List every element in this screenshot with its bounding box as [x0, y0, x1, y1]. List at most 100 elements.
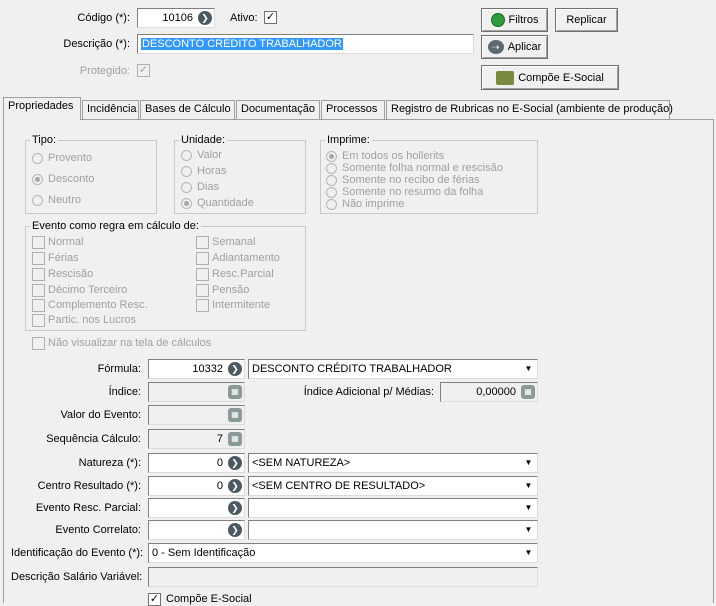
- unidade-title: Unidade:: [179, 133, 228, 147]
- evento-correlato-combo[interactable]: ▼: [248, 520, 538, 540]
- chevron-down-icon[interactable]: ▼: [521, 455, 536, 471]
- centro-label: Centro Resultado (*):: [37, 480, 141, 492]
- formula-label: Fórmula:: [97, 363, 141, 375]
- protegido-label: Protegido:: [79, 65, 130, 77]
- regra-decimo-checkbox: [32, 284, 45, 297]
- tipo-neutro-radio: [32, 195, 43, 206]
- arrow-right-icon[interactable]: ❯: [228, 523, 242, 537]
- regra-partic-lucros-checkbox: [32, 314, 45, 327]
- filter-icon: [490, 13, 505, 27]
- unidade-valor-label: Valor: [197, 149, 222, 161]
- unidade-valor-radio: [181, 150, 192, 161]
- arrow-right-icon[interactable]: ❯: [228, 456, 242, 470]
- tab-registro-rubricas[interactable]: Registro de Rubricas no E-Social (ambien…: [386, 100, 673, 119]
- natureza-combo[interactable]: <SEM NATUREZA> ▼: [248, 453, 538, 473]
- regra-pensao-checkbox: [196, 284, 209, 297]
- descricao-label: Descrição (*):: [63, 38, 130, 50]
- tab-propriedades[interactable]: Propriedades: [3, 97, 81, 120]
- unidade-dias-radio: [181, 182, 192, 193]
- nao-visualizar-checkbox: [32, 337, 45, 350]
- regra-adiantamento-checkbox: [196, 252, 209, 265]
- compoe-esocial-button[interactable]: Compõe E-Social: [481, 65, 619, 90]
- descricao-input[interactable]: DESCONTO CRÉDITO TRABALHADOR: [137, 34, 474, 54]
- evento-correlato-code-input[interactable]: ❯: [148, 520, 245, 540]
- arrow-right-icon[interactable]: ❯: [228, 362, 242, 376]
- tipo-provento-radio: [32, 153, 43, 164]
- nao-visualizar-label: Não visualizar na tela de cálculos: [48, 337, 212, 349]
- imprime-todos-radio: [326, 151, 337, 162]
- indice-adicional-input[interactable]: 0,00000 ▦: [440, 382, 538, 402]
- chevron-down-icon[interactable]: ▼: [521, 478, 536, 494]
- chevron-down-icon[interactable]: ▼: [521, 500, 536, 516]
- regra-intermitente-checkbox: [196, 299, 209, 312]
- indice-input[interactable]: ▦: [148, 382, 245, 402]
- natureza-desc-value: <SEM NATUREZA>: [252, 457, 351, 469]
- descricao-value: DESCONTO CRÉDITO TRABALHADOR: [141, 38, 343, 50]
- centro-code-input[interactable]: 0 ❯: [148, 476, 245, 496]
- compoe-esocial-checkbox[interactable]: ✓: [148, 593, 161, 606]
- regra-semanal-label: Semanal: [212, 236, 256, 248]
- sequencia-label: Sequência Cálculo:: [46, 433, 141, 445]
- compoe-esocial-label: Compõe E-Social: [518, 71, 604, 84]
- identificacao-value: 0 - Sem Identificação: [152, 547, 256, 559]
- descricao-salario-input[interactable]: [148, 567, 538, 587]
- sequencia-value: 7: [216, 433, 223, 445]
- tab-bases-calculo[interactable]: Bases de Cálculo: [140, 100, 235, 119]
- regra-ferias-label: Férias: [48, 252, 79, 264]
- centro-code-value: 0: [216, 480, 223, 492]
- tab-documentacao[interactable]: Documentação: [236, 100, 320, 119]
- valor-evento-label: Valor do Evento:: [60, 409, 141, 421]
- arrow-right-icon[interactable]: ❯: [228, 479, 242, 493]
- aplicar-button[interactable]: ⇢ Aplicar: [481, 35, 548, 59]
- evento-resc-combo[interactable]: ▼: [248, 498, 538, 518]
- filtros-button[interactable]: Filtros: [481, 8, 548, 32]
- replicar-button[interactable]: Replicar: [555, 8, 618, 32]
- esocial-icon: [496, 70, 515, 85]
- tipo-neutro-label: Neutro: [48, 194, 82, 206]
- tab-incidencia[interactable]: Incidência: [82, 100, 139, 119]
- arrow-right-icon[interactable]: ❯: [198, 11, 212, 25]
- valor-evento-input[interactable]: ▦: [148, 405, 245, 425]
- regra-complemento-label: Complemento Resc.: [48, 299, 148, 311]
- calculator-icon[interactable]: ▦: [228, 385, 242, 399]
- imprime-nao-radio: [326, 199, 337, 210]
- sequencia-input[interactable]: 7 ▦: [148, 429, 245, 449]
- descricao-salario-label: Descrição Salário Variável:: [11, 571, 143, 583]
- identificacao-combo[interactable]: 0 - Sem Identificação ▼: [148, 543, 538, 563]
- calculator-icon[interactable]: ▦: [228, 432, 242, 446]
- calculator-icon[interactable]: ▦: [228, 408, 242, 422]
- tab-processos[interactable]: Processos: [321, 100, 385, 119]
- arrow-right-icon[interactable]: ❯: [228, 501, 242, 515]
- chevron-down-icon[interactable]: ▼: [521, 522, 536, 538]
- regra-semanal-checkbox: [196, 236, 209, 249]
- indice-adicional-label: Índice Adicional p/ Médias:: [303, 386, 434, 398]
- calculator-icon[interactable]: ▦: [521, 385, 535, 399]
- centro-desc-value: <SEM CENTRO DE RESULTADO>: [252, 480, 426, 492]
- imprime-recibo-ferias-radio: [326, 175, 337, 186]
- imprime-nao-label: Não imprime: [342, 198, 405, 210]
- unidade-dias-label: Dias: [197, 181, 220, 193]
- unidade-quantidade-label: Quantidade: [197, 197, 254, 209]
- ativo-checkbox[interactable]: ✓: [264, 11, 277, 24]
- tipo-provento-label: Provento: [48, 152, 93, 164]
- formula-code-input[interactable]: 10332 ❯: [148, 359, 245, 379]
- regra-normal-checkbox: [32, 236, 45, 249]
- tab-label: Processos: [326, 103, 378, 115]
- regra-rescisao-checkbox: [32, 268, 45, 281]
- evento-resc-code-input[interactable]: ❯: [148, 498, 245, 518]
- filtros-label: Filtros: [508, 14, 539, 26]
- natureza-code-input[interactable]: 0 ❯: [148, 453, 245, 473]
- codigo-value: 10106: [162, 12, 193, 24]
- tab-label: Propriedades: [8, 100, 74, 112]
- codigo-input[interactable]: 10106 ❯: [137, 8, 215, 28]
- tipo-desconto-radio: [32, 174, 43, 185]
- chevron-down-icon[interactable]: ▼: [521, 545, 536, 561]
- formula-combo[interactable]: DESCONTO CRÉDITO TRABALHADOR ▼: [248, 359, 538, 379]
- chevron-down-icon[interactable]: ▼: [521, 361, 536, 377]
- centro-combo[interactable]: <SEM CENTRO DE RESULTADO> ▼: [248, 476, 538, 496]
- regra-pensao-label: Pensão: [212, 284, 250, 296]
- evento-resc-label: Evento Resc. Parcial:: [35, 502, 141, 514]
- protegido-checkbox: ✓: [137, 64, 150, 77]
- tab-label: Registro de Rubricas no E-Social (ambien…: [391, 103, 673, 115]
- tipo-desconto-label: Desconto: [48, 173, 95, 185]
